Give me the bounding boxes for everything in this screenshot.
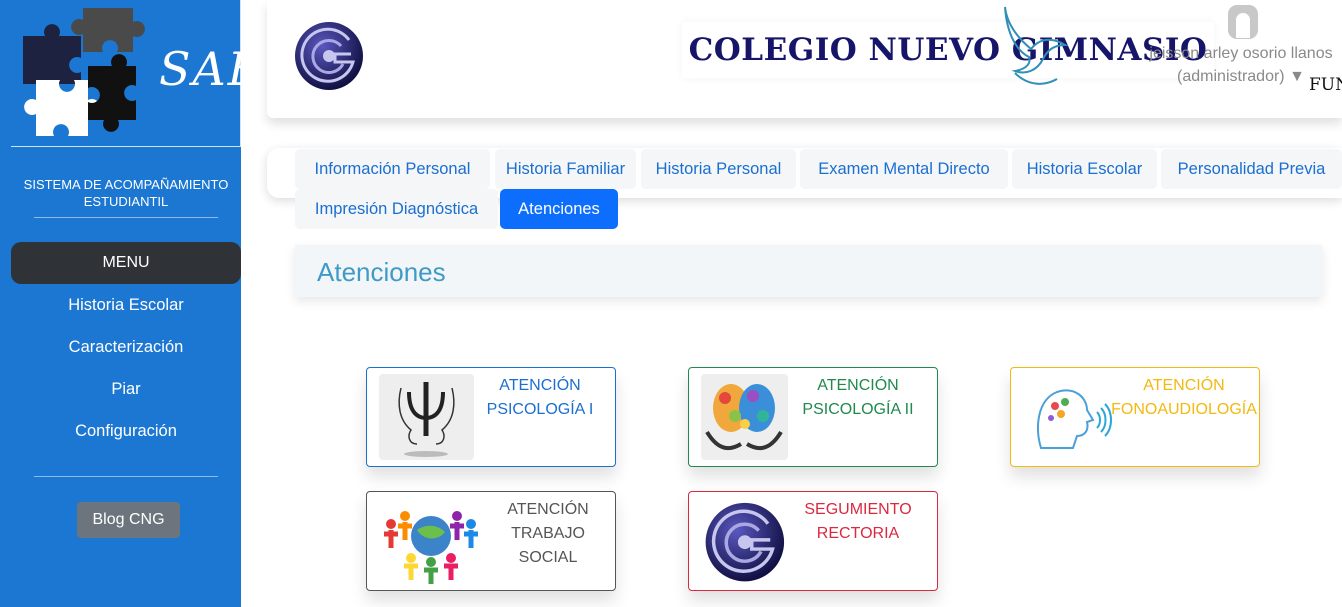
tab-impresion-diagnostica[interactable]: Impresión Diagnóstica	[295, 189, 498, 229]
sidebar-item-caracterizacion[interactable]: Caracterización	[11, 338, 241, 357]
card-seguimiento-rectoria[interactable]: SEGUMIENTO RECTORIA	[688, 491, 938, 591]
tab-historia-escolar[interactable]: Historia Escolar	[1012, 149, 1157, 189]
puzzle-icon	[23, 8, 145, 136]
user-role: (administrador)	[1177, 68, 1285, 85]
speech-head-icon	[1025, 378, 1115, 458]
section-title: Atenciones	[317, 257, 446, 287]
card-atencion-fonoaudiologia[interactable]: ATENCIÓN FONOAUDIOLOGÍA	[1010, 367, 1260, 467]
tab-informacion-personal[interactable]: Información Personal	[295, 149, 490, 189]
tab-historia-personal[interactable]: Historia Personal	[641, 149, 796, 189]
tab-atenciones[interactable]: Atenciones	[500, 189, 618, 229]
sidebar-divider	[34, 476, 218, 477]
tab-personalidad-previa[interactable]: Personalidad Previa	[1161, 149, 1342, 189]
tab-examen-mental-directo[interactable]: Examen Mental Directo	[800, 149, 1008, 189]
sidebar-item-configuracion[interactable]: Configuración	[11, 422, 241, 441]
bird-logo-icon	[1004, 6, 1069, 85]
sidebar: SAE SISTEMA DE ACOMPAÑAMIENTO ESTUDIANTI…	[0, 0, 261, 607]
card-label: ATENCIÓN TRABAJO SOCIAL	[507, 501, 589, 566]
school-logo-icon	[701, 496, 791, 586]
card-atencion-psicologia-1[interactable]: ATENCIÓN PSICOLOGÍA I	[366, 367, 616, 467]
sidebar-item-piar[interactable]: Piar	[11, 380, 241, 399]
system-name: SISTEMA DE ACOMPAÑAMIENTO ESTUDIANTIL	[23, 177, 229, 209]
card-label: SEGUMIENTO RECTORIA	[804, 501, 912, 542]
logo-title: SAE	[159, 42, 264, 96]
card-atencion-psicologia-2[interactable]: ATENCIÓN PSICOLOGÍA II	[688, 367, 938, 467]
card-label: ATENCIÓN PSICOLOGÍA I	[486, 377, 594, 418]
card-label: ATENCIÓN FONOAUDIOLOGÍA	[1111, 377, 1257, 418]
school-logo-icon	[295, 22, 363, 90]
school-title: COLEGIO NUEVO GIMNASIO	[682, 22, 1214, 78]
tab-historia-familiar[interactable]: Historia Familiar	[495, 149, 636, 189]
user-role-row[interactable]: (administrador) ▼	[1140, 68, 1342, 86]
card-atencion-trabajo-social[interactable]: ATENCIÓN TRABAJO SOCIAL	[366, 491, 616, 591]
card-label: ATENCIÓN PSICOLOGÍA II	[802, 377, 914, 418]
chevron-down-icon[interactable]: ▼	[1289, 68, 1305, 85]
sidebar-divider	[34, 217, 218, 218]
user-name[interactable]: jeisson arley osorio llanos	[1140, 45, 1342, 63]
menu-header: MENU	[11, 242, 241, 284]
brain-icon	[701, 374, 788, 460]
social-people-icon	[381, 500, 481, 584]
psychology-icon	[379, 374, 474, 460]
avatar-icon	[1228, 5, 1258, 39]
section-header: Atenciones	[295, 245, 1322, 297]
sidebar-item-historia-escolar[interactable]: Historia Escolar	[11, 296, 241, 315]
sae-logo[interactable]: SAE	[11, 0, 261, 147]
blog-button[interactable]: Blog CNG	[77, 502, 180, 538]
